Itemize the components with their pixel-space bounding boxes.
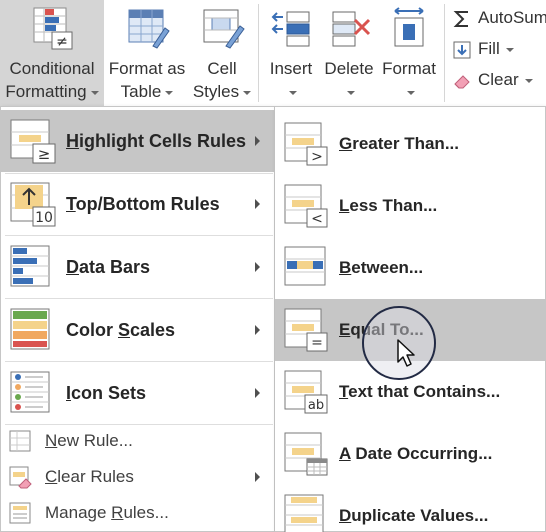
cell-styles-icon (203, 9, 245, 49)
svg-text:10: 10 (35, 210, 53, 226)
svg-text:ab: ab (308, 398, 324, 413)
greater-than-icon: > (284, 122, 328, 166)
menu-item-new-rule[interactable]: New Rule... (1, 423, 274, 459)
chevron-down-icon (289, 90, 297, 95)
format-as-table-button[interactable]: Format as Table (104, 0, 190, 106)
menu-item-manage-rules[interactable]: Manage Rules... (1, 495, 274, 531)
submenu-item-greater-than[interactable]: > Greater Than... (275, 113, 545, 175)
ribbon-group-divider (258, 4, 259, 102)
delete-label: Delete (324, 59, 374, 78)
insert-button[interactable]: Insert (262, 0, 320, 106)
menu-item-clear-rules[interactable]: Clear Rules (1, 459, 274, 495)
chevron-down-icon (90, 90, 99, 95)
autosum-label: AutoSum (478, 8, 546, 27)
chevron-right-icon (255, 199, 260, 209)
cell-styles-button[interactable]: Cell Styles (190, 0, 254, 106)
cell-styles-label-2: Styles (192, 82, 240, 101)
date-occurring-icon (284, 432, 328, 476)
icon-sets-icon (10, 371, 50, 413)
chevron-down-icon (347, 90, 355, 95)
eraser-icon (454, 74, 470, 89)
svg-text:≠: ≠ (56, 34, 68, 50)
autosum-button[interactable]: AutoSum (452, 6, 546, 30)
fill-button[interactable]: Fill (452, 37, 514, 61)
insert-cells-icon (271, 11, 310, 47)
conditional-formatting-label-2: Formatting (5, 82, 87, 101)
format-as-table-icon (128, 9, 170, 49)
conditional-formatting-button[interactable]: ≠ Conditional Formatting (0, 0, 104, 106)
data-bars-icon (10, 245, 50, 287)
svg-text:=: = (311, 335, 323, 351)
manage-rules-icon (9, 502, 31, 524)
format-cells-icon (394, 7, 424, 47)
chevron-down-icon (505, 47, 514, 52)
delete-cells-icon (332, 11, 371, 47)
menu-item-top-bottom-rules[interactable]: 10 Top/Bottom Rules (1, 173, 274, 235)
color-scales-icon (10, 308, 50, 350)
chevron-down-icon (407, 90, 415, 95)
insert-label: Insert (269, 59, 313, 78)
menu-item-icon-sets[interactable]: Icon Sets (1, 362, 274, 424)
top-bottom-icon: 10 (10, 182, 56, 227)
ribbon-group-divider (444, 4, 445, 102)
clear-rules-icon (9, 466, 32, 489)
conditional-formatting-menu: ≥ Highlight Cells Rules 10 Top/Bottom Ru… (0, 106, 275, 532)
less-than-icon: < (284, 184, 328, 228)
chevron-down-icon (524, 78, 533, 83)
new-rule-icon (9, 430, 31, 452)
format-label: Format (382, 59, 436, 78)
fill-label: Fill (478, 39, 500, 58)
clear-button[interactable]: Clear (452, 68, 533, 92)
format-as-table-label: Format as (108, 59, 186, 78)
fill-down-icon (453, 41, 471, 59)
conditional-formatting-icon: ≠ (33, 7, 73, 50)
chevron-right-icon (255, 472, 260, 482)
delete-button[interactable]: Delete (320, 0, 378, 106)
format-button[interactable]: Format (378, 0, 440, 106)
chevron-right-icon (255, 262, 260, 272)
chevron-down-icon (243, 90, 252, 95)
submenu-item-duplicate-values[interactable]: Duplicate Values... (275, 485, 545, 532)
chevron-right-icon (255, 325, 260, 335)
equal-to-icon: = (284, 308, 328, 352)
menu-item-highlight-cells-rules[interactable]: ≥ Highlight Cells Rules (1, 110, 274, 172)
svg-text:<: < (311, 211, 323, 227)
mouse-pointer-icon (397, 339, 415, 367)
highlight-cells-icon: ≥ (10, 119, 56, 164)
submenu-item-between[interactable]: Between... (275, 237, 545, 299)
text-contains-icon: ab (284, 370, 328, 414)
conditional-formatting-label: Conditional (9, 59, 95, 78)
between-icon (284, 246, 326, 286)
clear-label: Clear (478, 70, 519, 89)
sigma-icon (453, 10, 468, 27)
chevron-right-icon (255, 388, 260, 398)
duplicate-values-icon (284, 494, 324, 532)
format-as-table-label-2: Table (120, 82, 162, 101)
chevron-right-icon (255, 136, 260, 146)
cell-styles-label: Cell (207, 59, 237, 78)
menu-item-data-bars[interactable]: Data Bars (1, 236, 274, 298)
ribbon: ≠ Conditional Formatting Format as Table (0, 0, 546, 108)
menu-item-color-scales[interactable]: Color Scales (1, 299, 274, 361)
svg-text:≥: ≥ (38, 145, 51, 163)
chevron-down-icon (165, 90, 174, 95)
submenu-item-less-than[interactable]: < Less Than... (275, 175, 545, 237)
svg-text:>: > (311, 149, 323, 165)
submenu-item-a-date-occurring[interactable]: A Date Occurring... (275, 423, 545, 485)
